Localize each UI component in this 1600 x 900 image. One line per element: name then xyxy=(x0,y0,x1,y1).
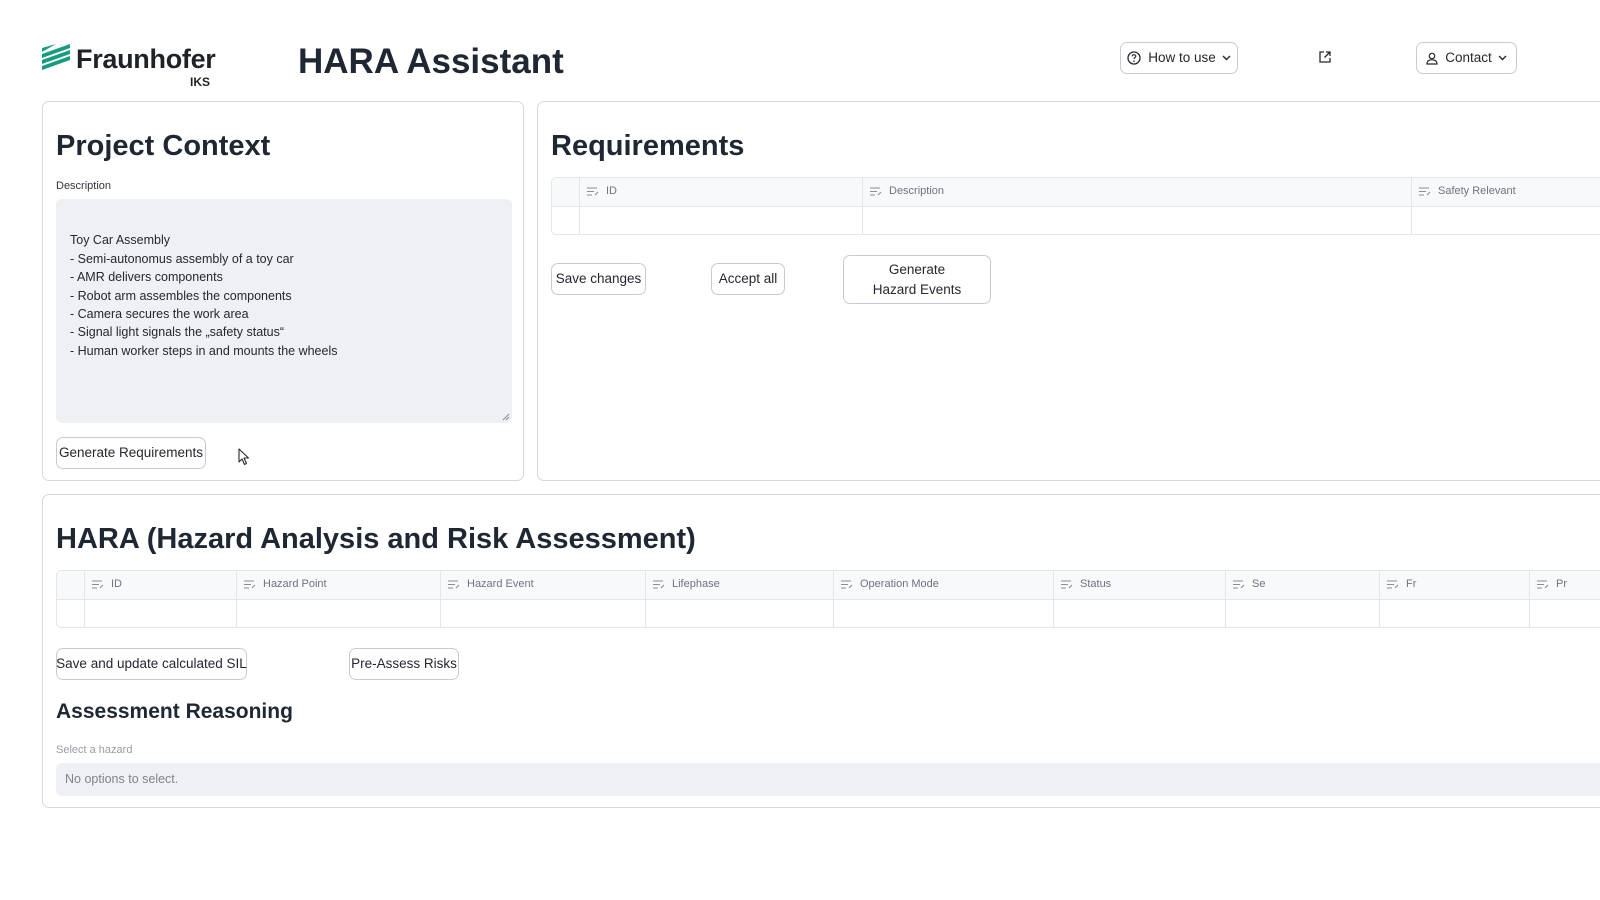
text-column-icon xyxy=(1387,579,1399,589)
how-to-use-label: How to use xyxy=(1148,50,1216,65)
column-header-label: ID xyxy=(111,578,122,590)
description-textarea[interactable]: Toy Car Assembly - Semi-autonomus assemb… xyxy=(56,199,512,423)
hara-col-lifephase[interactable]: Lifephase xyxy=(646,571,834,627)
app-title: HARA Assistant xyxy=(298,42,564,81)
column-header-label: Lifephase xyxy=(672,578,720,590)
row-index-column xyxy=(552,178,580,234)
hara-col-pr[interactable]: Pr xyxy=(1530,571,1600,627)
hara-card: HARA (Hazard Analysis and Risk Assessmen… xyxy=(42,494,1600,808)
mouse-cursor-icon xyxy=(238,448,250,466)
column-header-label: Hazard Event xyxy=(467,578,534,590)
column-header-label: Hazard Point xyxy=(263,578,327,590)
generate-hazard-events-button[interactable]: Generate Hazard Events xyxy=(843,255,991,304)
description-text: Toy Car Assembly - Semi-autonomus assemb… xyxy=(70,233,338,358)
generate-requirements-button[interactable]: Generate Requirements xyxy=(56,437,206,469)
pre-assess-risks-button[interactable]: Pre-Assess Risks xyxy=(349,648,459,680)
resize-handle-icon[interactable] xyxy=(501,412,510,421)
text-column-icon xyxy=(1537,579,1549,589)
description-label: Description xyxy=(56,180,112,192)
hara-col-operation-mode[interactable]: Operation Mode xyxy=(834,571,1054,627)
requirements-col-safety-relevant[interactable]: Safety Relevant xyxy=(1412,178,1600,234)
fraunhofer-logo-icon xyxy=(42,44,70,70)
hara-table[interactable]: ID Hazard Point Hazard Event Lifephase O… xyxy=(56,570,1600,628)
requirements-col-id[interactable]: ID xyxy=(580,178,863,234)
chevron-down-icon xyxy=(1498,55,1507,61)
column-header-label: Status xyxy=(1080,578,1112,590)
requirements-table[interactable]: ID Description Safety Relevant xyxy=(551,177,1600,235)
requirements-card: Requirements ID Description Safety Relev… xyxy=(537,101,1600,481)
save-update-sil-button[interactable]: Save and update calculated SIL xyxy=(56,648,247,680)
chevron-down-icon xyxy=(1222,55,1231,61)
hara-col-id[interactable]: ID xyxy=(85,571,237,627)
text-column-icon xyxy=(1061,579,1073,589)
text-column-icon xyxy=(1419,186,1431,196)
accept-all-button[interactable]: Accept all xyxy=(711,263,785,295)
hazard-select-placeholder: No options to select. xyxy=(65,772,179,786)
requirements-col-description[interactable]: Description xyxy=(863,178,1412,234)
text-column-icon xyxy=(653,579,665,589)
project-context-title: Project Context xyxy=(56,130,271,162)
help-circle-icon xyxy=(1127,51,1141,65)
column-header-label: Se xyxy=(1252,578,1266,590)
select-hazard-label: Select a hazard xyxy=(56,744,133,756)
text-column-icon xyxy=(841,579,853,589)
contact-button[interactable]: Contact xyxy=(1416,42,1517,74)
fraunhofer-logo: Fraunhofer IKS xyxy=(42,42,222,92)
requirements-title: Requirements xyxy=(551,130,745,162)
column-header-label: ID xyxy=(606,185,617,197)
row-index-column xyxy=(57,571,85,627)
hara-col-hazard-event[interactable]: Hazard Event xyxy=(441,571,646,627)
text-column-icon xyxy=(1233,579,1245,589)
hara-col-se[interactable]: Se xyxy=(1226,571,1380,627)
external-link-icon[interactable] xyxy=(1318,50,1332,64)
hara-col-status[interactable]: Status xyxy=(1054,571,1226,627)
contact-label: Contact xyxy=(1445,50,1492,65)
text-column-icon xyxy=(244,579,256,589)
how-to-use-button[interactable]: How to use xyxy=(1120,42,1238,74)
save-changes-button[interactable]: Save changes xyxy=(551,263,646,295)
text-column-icon xyxy=(92,579,104,589)
hara-col-fr[interactable]: Fr xyxy=(1380,571,1530,627)
user-icon xyxy=(1426,52,1438,65)
hara-col-hazard-point[interactable]: Hazard Point xyxy=(237,571,441,627)
logo-name: Fraunhofer xyxy=(76,44,216,74)
text-column-icon xyxy=(870,186,882,196)
column-header-label: Description xyxy=(889,185,945,197)
column-header-label: Fr xyxy=(1406,578,1417,590)
column-header-label: Operation Mode xyxy=(860,578,939,590)
text-column-icon xyxy=(448,579,460,589)
hara-title: HARA (Hazard Analysis and Risk Assessmen… xyxy=(56,523,696,555)
assessment-reasoning-title: Assessment Reasoning xyxy=(56,700,293,723)
hazard-select[interactable]: No options to select. xyxy=(56,763,1600,796)
project-context-card: Project Context Description Toy Car Asse… xyxy=(42,101,524,481)
logo-sub: IKS xyxy=(190,75,211,89)
column-header-label: Pr xyxy=(1556,578,1567,590)
text-column-icon xyxy=(587,186,599,196)
column-header-label: Safety Relevant xyxy=(1438,185,1516,197)
